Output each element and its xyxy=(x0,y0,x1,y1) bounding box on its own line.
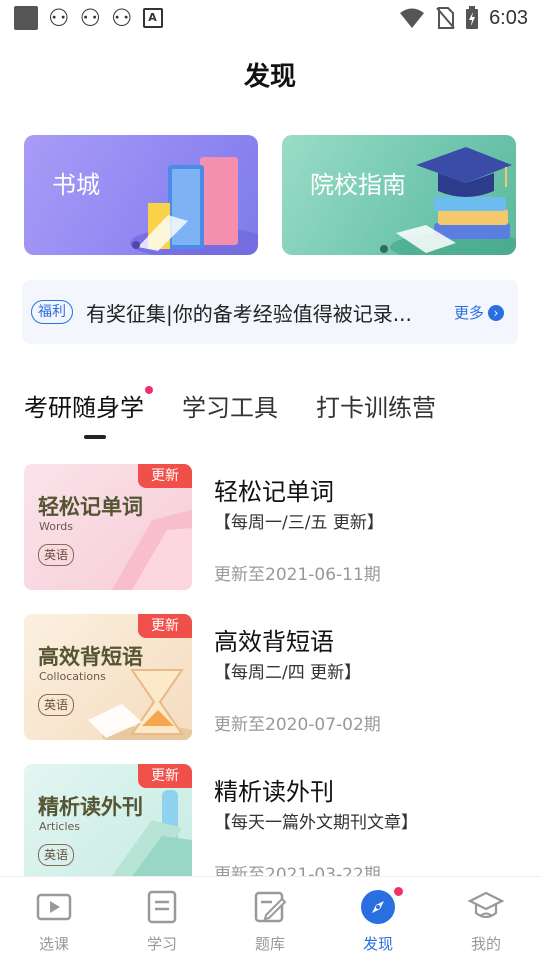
no-sim-icon xyxy=(436,7,455,29)
tab-label: 考研随身学 xyxy=(24,394,144,422)
active-tab-indicator xyxy=(84,435,106,439)
notice-text[interactable]: 有奖征集|你的备考经验值得被记录... xyxy=(86,298,426,327)
tab-label: 打卡训练营 xyxy=(316,394,436,422)
tab-study-tools[interactable]: 学习工具 xyxy=(182,388,278,423)
nav-label: 题库 xyxy=(254,935,285,953)
font-a-icon: A xyxy=(142,8,163,28)
battery-charging-icon xyxy=(466,6,479,29)
books-illustration xyxy=(130,157,258,255)
course-title: 精析读外刊 xyxy=(214,778,334,806)
document-icon xyxy=(147,890,177,924)
status-left: ⚇ ⚇ ⚇ A xyxy=(14,6,163,30)
update-ribbon: 更新 xyxy=(138,614,192,638)
notice-tag: 福利 xyxy=(31,300,73,324)
subject-tag: 英语 xyxy=(38,544,75,566)
bookstore-card[interactable]: 书城 xyxy=(24,135,258,255)
status-time: 6:03 xyxy=(489,6,528,29)
tab-label: 学习工具 xyxy=(182,394,278,422)
course-title: 高效背短语 xyxy=(214,628,334,656)
update-ribbon: 更新 xyxy=(138,764,192,788)
course-thumbnail: 精析读外刊 Articles 英语 更新 xyxy=(24,764,192,890)
bookstore-label: 书城 xyxy=(52,171,100,199)
thumb-title: 精析读外刊 xyxy=(38,795,143,819)
bottom-nav: 选课 学习 题库 发现 我的 xyxy=(0,876,540,961)
course-schedule: 【每周二/四 更新】 xyxy=(214,663,362,683)
notification-dot xyxy=(145,386,153,394)
school-guide-card[interactable]: 院校指南 xyxy=(282,135,516,255)
status-bar: ⚇ ⚇ ⚇ A 6:03 xyxy=(0,0,540,38)
thumb-subtitle: Articles xyxy=(39,820,81,833)
thumb-title: 轻松记单词 xyxy=(38,495,143,519)
compass-icon xyxy=(361,890,395,924)
subject-tag: 英语 xyxy=(38,694,75,716)
wifi-icon xyxy=(400,8,425,28)
course-updated: 更新至2020-07-02期 xyxy=(214,715,381,735)
graduate-cap-icon xyxy=(468,891,504,919)
tab-checkin-camp[interactable]: 打卡训练营 xyxy=(316,388,436,423)
play-video-icon xyxy=(36,893,72,921)
thumb-subtitle: Words xyxy=(39,520,74,533)
course-item[interactable]: 高效背短语 Collocations 英语 更新 高效背短语 【每周二/四 更新… xyxy=(24,614,524,740)
course-title: 轻松记单词 xyxy=(214,478,334,506)
nav-study[interactable]: 学习 xyxy=(108,877,216,961)
course-schedule: 【每天一篇外文期刊文章】 xyxy=(214,813,418,833)
course-updated: 更新至2021-06-11期 xyxy=(214,565,381,585)
notice-bar[interactable]: 福利 有奖征集|你的备考经验值得被记录... 更多 › xyxy=(22,280,518,344)
thumb-title: 高效背短语 xyxy=(38,645,143,669)
tab-study-on-the-go[interactable]: 考研随身学 xyxy=(24,386,153,423)
course-schedule: 【每周一/三/五 更新】 xyxy=(214,513,384,533)
nav-label: 发现 xyxy=(362,935,393,953)
nav-label: 学习 xyxy=(146,935,177,953)
more-label: 更多 xyxy=(453,304,484,322)
nav-label: 我的 xyxy=(470,935,501,953)
nav-courses[interactable]: 选课 xyxy=(0,877,108,961)
nav-discover[interactable]: 发现 xyxy=(324,877,432,961)
edit-icon xyxy=(254,891,287,923)
more-link[interactable]: 更多 › xyxy=(454,302,504,323)
course-thumbnail: 高效背短语 Collocations 英语 更新 xyxy=(24,614,192,740)
bug-icon: ⚇ xyxy=(48,4,70,32)
course-thumbnail: 轻松记单词 Words 英语 更新 xyxy=(24,464,192,590)
course-item[interactable]: 轻松记单词 Words 英语 更新 轻松记单词 【每周一/三/五 更新】 更新至… xyxy=(24,464,524,590)
status-right: 6:03 xyxy=(399,6,528,30)
app-square-icon xyxy=(14,6,38,30)
course-item[interactable]: 精析读外刊 Articles 英语 更新 精析读外刊 【每天一篇外文期刊文章】 … xyxy=(24,764,524,890)
subject-tag: 英语 xyxy=(38,844,75,866)
chevron-right-icon: › xyxy=(488,304,504,321)
notification-dot xyxy=(394,887,403,896)
nav-question-bank[interactable]: 题库 xyxy=(216,877,324,961)
bug-icon: ⚇ xyxy=(111,4,133,32)
graduation-cap-illustration xyxy=(380,147,516,255)
update-ribbon: 更新 xyxy=(138,464,192,488)
category-tabs: 考研随身学 学习工具 打卡训练营 xyxy=(24,386,474,423)
nav-label: 选课 xyxy=(38,935,69,953)
nav-profile[interactable]: 我的 xyxy=(432,877,540,961)
bug-icon: ⚇ xyxy=(79,4,102,32)
page-title: 发现 xyxy=(243,62,296,92)
thumb-subtitle: Collocations xyxy=(39,670,106,683)
